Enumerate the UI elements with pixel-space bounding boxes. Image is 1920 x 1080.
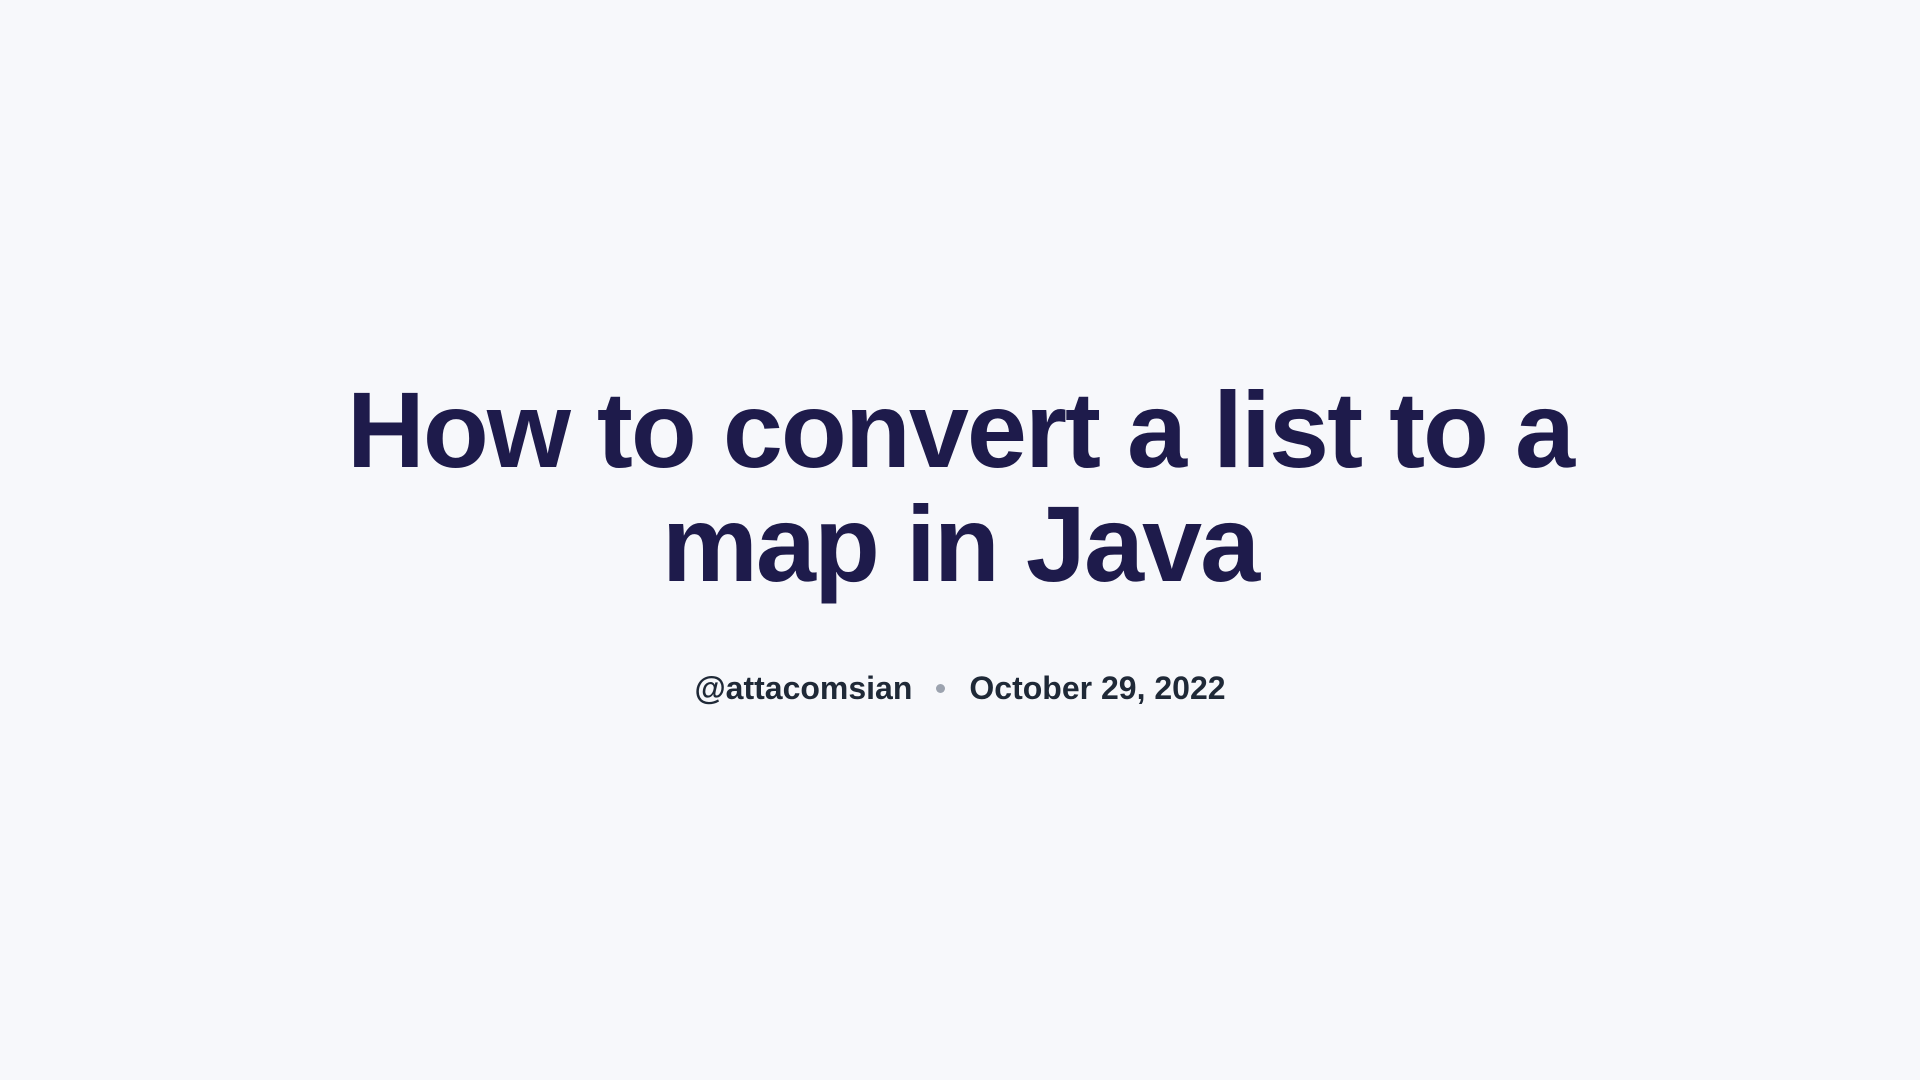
publish-date: October 29, 2022 [969,670,1225,707]
article-meta: @attacomsian October 29, 2022 [694,670,1225,707]
separator-dot [936,684,945,693]
article-title: How to convert a list to a map in Java [310,373,1610,600]
content-container: How to convert a list to a map in Java @… [0,373,1920,707]
author-handle: @attacomsian [694,670,912,707]
